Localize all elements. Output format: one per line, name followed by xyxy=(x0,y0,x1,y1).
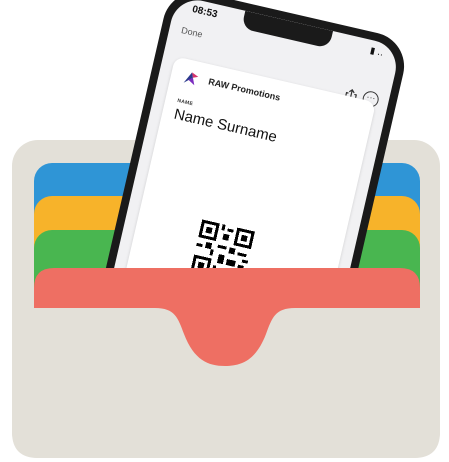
wallet-illustration: 08:53 ▮ ‥ Done ··· RAW Promotions NAME N… xyxy=(0,0,449,462)
wallet-front xyxy=(12,308,440,458)
